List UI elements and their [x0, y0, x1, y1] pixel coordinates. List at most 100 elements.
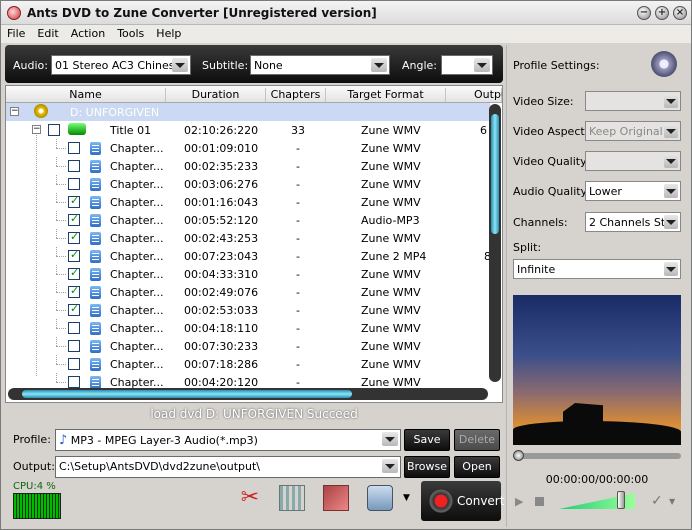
chapter-checkbox[interactable]: [68, 178, 80, 190]
tree-line: [56, 157, 57, 166]
column-chapters[interactable]: Chapters: [266, 88, 326, 102]
chapter-row[interactable]: Chapter... 00:03:06:276 - Zune WMV: [6, 175, 490, 193]
file-icon: [90, 268, 101, 281]
tree-line: [56, 229, 57, 238]
gear-icon[interactable]: [651, 51, 677, 77]
chapter-checkbox[interactable]: [68, 142, 80, 154]
delete-button[interactable]: Delete: [454, 429, 500, 451]
audio-select[interactable]: 01 Stereo AC3 Chinese: [51, 55, 191, 75]
minimize-icon[interactable]: −: [637, 6, 651, 20]
chapter-checkbox[interactable]: [68, 266, 80, 280]
scissors-icon[interactable]: ✂: [237, 485, 263, 511]
chapter-row[interactable]: Chapter... 00:07:30:233 - Zune WMV: [6, 337, 490, 355]
chapter-checkbox[interactable]: [68, 358, 80, 370]
split-value: Infinite: [517, 263, 556, 276]
edit-icon[interactable]: [323, 485, 349, 511]
stop-icon[interactable]: [535, 497, 544, 506]
menu-bar: File Edit Action Tools Help: [1, 25, 691, 43]
chapter-checkbox[interactable]: [68, 194, 80, 208]
convert-button[interactable]: Convert: [421, 481, 504, 521]
chapter-checkbox[interactable]: [68, 230, 80, 244]
file-icon: [90, 304, 101, 317]
play-icon[interactable]: ▶: [515, 495, 523, 508]
video-aspect-value: Keep Original: [589, 125, 663, 138]
close-icon[interactable]: ×: [673, 6, 687, 20]
disc-row[interactable]: − D: UNFORGIVEN: [6, 103, 490, 121]
video-aspect-select[interactable]: Keep Original: [585, 121, 681, 141]
title-row[interactable]: − Title 01 02:10:26:220 33 Zune WMV 6: [6, 121, 490, 139]
subtitle-select[interactable]: None: [250, 55, 390, 75]
chapter-checkbox[interactable]: [68, 376, 80, 388]
tree-line: [56, 382, 66, 383]
chapter-checkbox[interactable]: [68, 322, 80, 334]
chapter-row[interactable]: Chapter... 00:07:18:286 - Zune WMV: [6, 355, 490, 373]
profile-select[interactable]: ♪ MP3 - MPEG Layer-3 Audio(*.mp3): [55, 429, 401, 451]
audio-quality-select[interactable]: Lower: [585, 181, 681, 201]
profile-settings-header: Profile Settings:: [513, 59, 600, 72]
angle-select[interactable]: [441, 55, 493, 75]
settings-icon[interactable]: [367, 485, 393, 511]
file-icon: [90, 358, 101, 371]
merge-icon[interactable]: [279, 485, 305, 511]
chapter-format: Zune 2 MP4: [361, 250, 427, 263]
chapter-row[interactable]: Chapter... 00:05:52:120 - Audio-MP3: [6, 211, 490, 229]
vertical-scrollbar[interactable]: [489, 104, 501, 382]
chapter-checkbox[interactable]: [68, 212, 80, 226]
tree-line: [56, 184, 66, 185]
tree-line: [56, 319, 57, 328]
open-button[interactable]: Open: [454, 456, 500, 478]
menu-action[interactable]: Action: [65, 25, 111, 40]
menu-tools[interactable]: Tools: [111, 25, 150, 40]
column-name[interactable]: Name: [6, 88, 166, 102]
chevron-down-icon[interactable]: ▼: [403, 493, 410, 503]
menu-edit[interactable]: Edit: [31, 25, 64, 40]
chevron-down-icon: [371, 58, 387, 72]
browse-button[interactable]: Browse: [404, 456, 450, 478]
audio-quality-label: Audio Quality:: [513, 185, 590, 198]
chapter-checkbox[interactable]: [68, 248, 80, 262]
chapter-format: Audio-MP3: [361, 214, 420, 227]
chevron-down-icon: [664, 94, 678, 108]
collapse-icon[interactable]: −: [32, 125, 41, 134]
chevron-down-icon[interactable]: ▼: [669, 497, 675, 506]
chapter-row[interactable]: Chapter... 00:04:33:310 - Zune WMV: [6, 265, 490, 283]
chapter-checkbox[interactable]: [68, 302, 80, 316]
menu-help[interactable]: Help: [150, 25, 187, 40]
chapter-row[interactable]: Chapter... 00:04:18:110 - Zune WMV: [6, 319, 490, 337]
chapter-row[interactable]: Chapter... 00:02:35:233 - Zune WMV: [6, 157, 490, 175]
chapter-row[interactable]: Chapter... 00:01:16:043 - Zune WMV: [6, 193, 490, 211]
scroll-thumb[interactable]: [491, 114, 499, 234]
checkmark-icon[interactable]: ✓: [651, 493, 663, 509]
column-duration[interactable]: Duration: [166, 88, 266, 102]
file-icon: [90, 142, 101, 155]
chapter-row[interactable]: Chapter... 00:02:43:253 - Zune WMV: [6, 229, 490, 247]
chapter-row[interactable]: Chapter... 00:02:53:033 - Zune WMV: [6, 301, 490, 319]
chapter-checkbox[interactable]: [68, 284, 80, 298]
tree-line: [56, 211, 57, 220]
column-target-format[interactable]: Target Format: [326, 88, 446, 102]
chapter-checkbox[interactable]: [68, 160, 80, 172]
chapter-checkbox[interactable]: [68, 340, 80, 352]
audio-label: Audio:: [13, 59, 48, 72]
output-path-select[interactable]: C:\Setup\AntsDVD\dvd2zune\output\: [55, 456, 401, 478]
horizontal-scrollbar[interactable]: [8, 388, 488, 400]
volume-knob[interactable]: [617, 491, 625, 509]
chapter-duration: 00:02:43:253: [184, 232, 259, 245]
title-checkbox[interactable]: [48, 124, 60, 136]
seek-slider[interactable]: [513, 450, 681, 461]
maximize-icon[interactable]: +: [655, 6, 669, 20]
collapse-icon[interactable]: −: [10, 107, 19, 116]
chapter-row[interactable]: Chapter... 00:01:09:010 - Zune WMV: [6, 139, 490, 157]
chapter-row[interactable]: Chapter... 00:02:49:076 - Zune WMV: [6, 283, 490, 301]
split-select[interactable]: Infinite: [513, 259, 681, 279]
video-quality-select[interactable]: [585, 151, 681, 171]
seek-knob[interactable]: [513, 450, 524, 461]
channels-select[interactable]: 2 Channels Ster: [585, 212, 681, 232]
chapter-row[interactable]: Chapter...00:07:23:043-Zune 2 MP48: [6, 247, 491, 265]
column-output[interactable]: Outpu: [446, 88, 502, 102]
file-icon: [90, 232, 101, 245]
scroll-thumb[interactable]: [22, 390, 352, 398]
menu-file[interactable]: File: [1, 25, 31, 40]
save-button[interactable]: Save: [404, 429, 450, 451]
video-size-select[interactable]: [585, 91, 681, 111]
